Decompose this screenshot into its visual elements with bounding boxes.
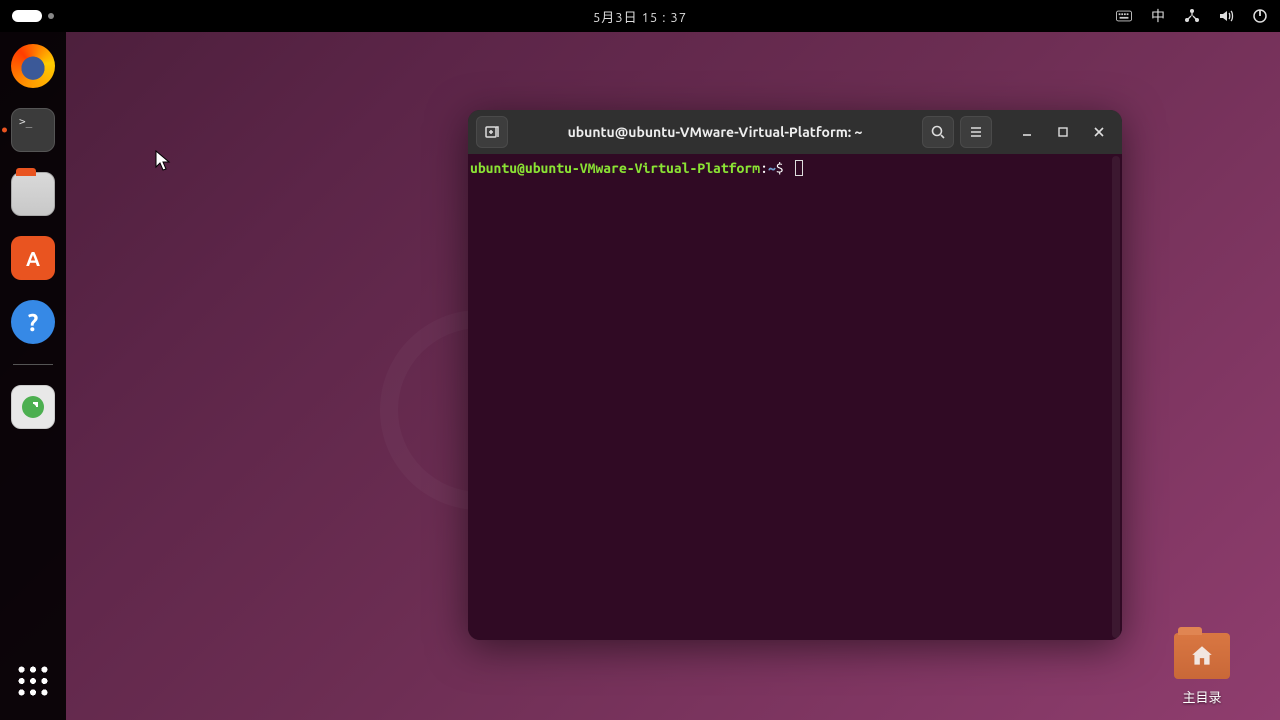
ime-indicator[interactable]: 中 (1150, 8, 1166, 24)
mouse-cursor-icon (155, 150, 171, 172)
activities-pill-icon (12, 10, 42, 22)
prompt-path: ~ (768, 160, 776, 176)
dock: ? (0, 32, 66, 720)
running-indicator-icon (2, 128, 7, 133)
dock-help[interactable]: ? (11, 300, 55, 344)
desktop-home-folder[interactable]: 主目录 (1162, 633, 1242, 706)
volume-icon[interactable] (1218, 8, 1234, 24)
workspace-dot-icon (48, 13, 54, 19)
activities-area[interactable] (12, 10, 54, 22)
terminal-scrollbar[interactable] (1112, 156, 1120, 638)
network-icon[interactable] (1184, 8, 1200, 24)
dock-software[interactable] (11, 236, 55, 280)
dock-show-apps[interactable] (14, 662, 52, 700)
prompt-user: ubuntu@ubuntu-VMware-Virtual-Platform (470, 160, 760, 176)
new-tab-button[interactable] (476, 116, 508, 148)
terminal-body[interactable]: ubuntu@ubuntu-VMware-Virtual-Platform:~$ (468, 154, 1122, 640)
dock-firefox[interactable] (11, 44, 55, 88)
dock-divider (13, 364, 53, 365)
prompt-dollar: $ (776, 160, 784, 176)
dock-files[interactable] (11, 172, 55, 216)
dock-trash[interactable] (11, 385, 55, 429)
power-icon[interactable] (1252, 8, 1268, 24)
minimize-button[interactable] (1012, 117, 1042, 147)
home-folder-label: 主目录 (1162, 687, 1242, 706)
terminal-cursor-icon (795, 160, 803, 176)
keyboard-indicator-icon[interactable] (1116, 8, 1132, 24)
hamburger-menu-button[interactable] (960, 116, 992, 148)
terminal-titlebar[interactable]: ubuntu@ubuntu-VMware-Virtual-Platform: ~ (468, 110, 1122, 154)
terminal-window: ubuntu@ubuntu-VMware-Virtual-Platform: ~… (468, 110, 1122, 640)
clock[interactable]: 5月3日 15 : 37 (593, 7, 687, 26)
close-button[interactable] (1084, 117, 1114, 147)
search-button[interactable] (922, 116, 954, 148)
top-bar: 5月3日 15 : 37 中 (0, 0, 1280, 32)
maximize-button[interactable] (1048, 117, 1078, 147)
dock-terminal[interactable] (11, 108, 55, 152)
prompt-colon: : (760, 160, 768, 176)
terminal-title: ubuntu@ubuntu-VMware-Virtual-Platform: ~ (514, 124, 916, 140)
system-tray: 中 (1116, 8, 1268, 24)
home-folder-icon (1174, 633, 1230, 679)
